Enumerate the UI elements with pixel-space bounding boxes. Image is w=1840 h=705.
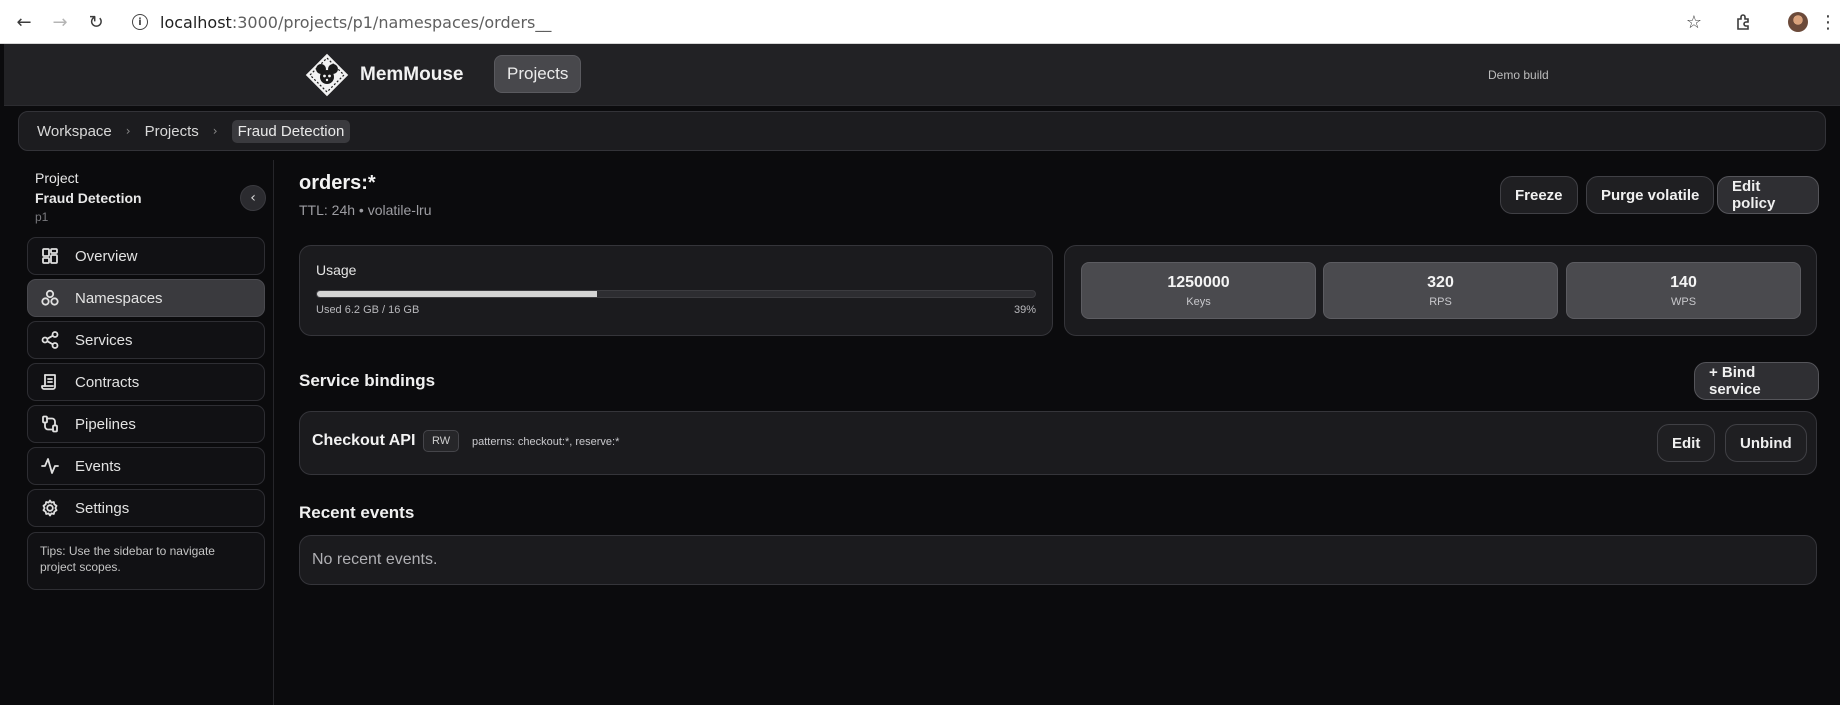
freeze-button[interactable]: Freeze (1500, 176, 1578, 214)
service-bindings-title: Service bindings (299, 371, 436, 390)
projects-button[interactable]: Projects (494, 55, 582, 93)
sidebar-item-label: Namespaces (75, 289, 163, 307)
breadcrumb: Workspace › Projects › Fraud Detection (18, 111, 1826, 151)
stat-rps: 320 RPS (1323, 262, 1558, 319)
unbind-button[interactable]: Unbind (1725, 424, 1807, 462)
stat-wps: 140 WPS (1566, 262, 1801, 319)
brand-name[interactable]: MemMouse (360, 64, 463, 86)
sidebar-item-label: Settings (75, 499, 130, 517)
project-heading: Project (35, 170, 79, 186)
usage-used: Used 6.2 GB / 16 GB (316, 304, 420, 316)
browser-menu-icon[interactable]: ⋮ (1816, 10, 1840, 34)
page-title: orders:* (299, 172, 376, 194)
usage-progress-fill (317, 291, 598, 297)
sidebar-item-settings[interactable]: Settings (27, 489, 265, 527)
address-bar[interactable]: i localhost:3000/projects/p1/namespaces/… (122, 6, 1722, 38)
chevron-right-icon: › (212, 124, 218, 138)
purge-volatile-button[interactable]: Purge volatile (1586, 176, 1715, 214)
breadcrumb-workspace[interactable]: Workspace (37, 123, 112, 140)
collapse-sidebar-button[interactable]: ‹ (240, 185, 266, 211)
memmouse-logo-icon[interactable] (304, 52, 350, 98)
stats-card: 1250000 Keys 320 RPS 140 WPS (1064, 245, 1817, 336)
bind-service-button[interactable]: + Bind service (1694, 362, 1819, 400)
overview-icon (40, 246, 60, 266)
chevron-left-icon: ‹ (250, 190, 256, 206)
build-label: Demo build (1488, 68, 1549, 82)
stat-label: WPS (1670, 296, 1697, 308)
project-name: Fraud Detection (35, 190, 142, 206)
usage-progress-bar (316, 290, 1036, 298)
sidebar-item-namespaces[interactable]: Namespaces (27, 279, 265, 317)
binding-service-name: Checkout API (312, 432, 416, 449)
recent-events-empty: No recent events. (312, 551, 438, 568)
recent-events-list: No recent events. (299, 535, 1817, 585)
page-subtitle: TTL: 24h • volatile-lru (299, 202, 432, 218)
chevron-right-icon: › (125, 124, 131, 138)
stat-keys: 1250000 Keys (1081, 262, 1316, 319)
namespaces-icon (40, 288, 60, 308)
breadcrumb-current[interactable]: Fraud Detection (231, 119, 351, 143)
usage-card: Usage Used 6.2 GB / 16 GB 39% (299, 245, 1053, 336)
stat-label: Keys (1186, 296, 1211, 308)
extensions-icon[interactable] (1732, 10, 1756, 34)
sidebar-item-label: Events (75, 457, 121, 475)
browser-toolbar: ← → ↻ i localhost:3000/projects/p1/names… (0, 0, 1840, 44)
profile-avatar[interactable] (1786, 10, 1810, 34)
binding-row: Checkout API RW patterns: checkout:*, re… (299, 411, 1817, 475)
sidebar-item-label: Contracts (75, 373, 140, 391)
sidebar-item-contracts[interactable]: Contracts (27, 363, 265, 401)
services-icon (40, 330, 60, 350)
project-header: Project Fraud Detection p1 (35, 168, 142, 226)
edit-policy-button[interactable]: Edit policy (1717, 176, 1819, 214)
stat-value: 1250000 (1167, 274, 1230, 291)
sidebar-tips: Tips: Use the sidebar to navigate projec… (27, 532, 265, 590)
bookmark-star-icon[interactable]: ☆ (1682, 10, 1706, 34)
sidebar-item-services[interactable]: Services (27, 321, 265, 359)
contracts-icon (40, 372, 60, 392)
sidebar-item-events[interactable]: Events (27, 447, 265, 485)
back-icon[interactable]: ← (12, 10, 36, 34)
sidebar-item-label: Overview (75, 247, 138, 265)
recent-events-title: Recent events (299, 503, 415, 522)
sidebar-item-overview[interactable]: Overview (27, 237, 265, 275)
app-header: MemMouse Projects Demo build (4, 44, 1840, 106)
sidebar-nav: Overview Namespaces Services Contracts P… (27, 237, 265, 531)
sidebar-item-label: Services (75, 331, 133, 349)
forward-icon[interactable]: → (48, 10, 72, 34)
pipelines-icon (40, 414, 60, 434)
sidebar-item-pipelines[interactable]: Pipelines (27, 405, 265, 443)
reload-icon[interactable]: ↻ (84, 10, 108, 34)
usage-label: Usage (316, 262, 357, 278)
settings-icon (40, 498, 60, 518)
url-path: :3000/projects/p1/namespaces/orders__ (231, 12, 552, 32)
project-id: p1 (35, 210, 49, 224)
stat-label: RPS (1429, 296, 1452, 308)
breadcrumb-projects[interactable]: Projects (145, 123, 199, 140)
stat-value: 320 (1427, 274, 1454, 291)
binding-mode-badge: RW (423, 430, 460, 452)
sidebar: Project Fraud Detection p1 ‹ Overview Na… (18, 160, 274, 705)
usage-percent: 39% (1013, 304, 1036, 316)
stat-value: 140 (1670, 274, 1697, 291)
sidebar-item-label: Pipelines (75, 415, 136, 433)
url-host: localhost (160, 12, 232, 32)
edit-binding-button[interactable]: Edit (1657, 424, 1716, 462)
events-icon (40, 456, 60, 476)
site-info-icon[interactable]: i (132, 14, 148, 30)
binding-patterns: patterns: checkout:*, reserve:* (472, 436, 620, 448)
